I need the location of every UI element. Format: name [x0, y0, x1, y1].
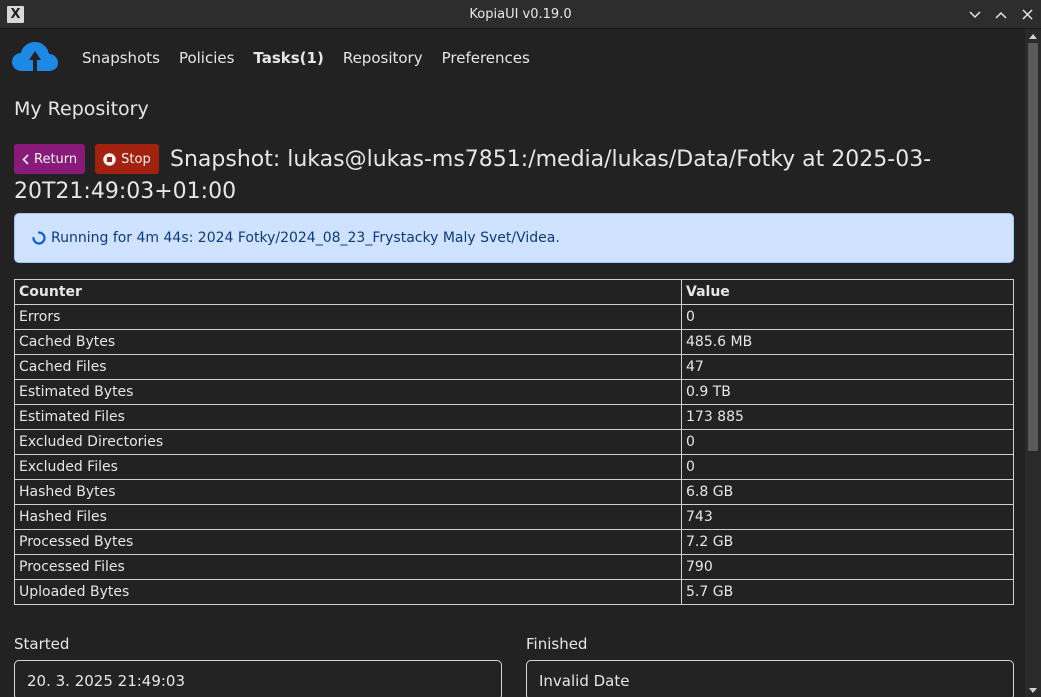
return-label: Return [34, 151, 78, 167]
counter-value: 173 885 [681, 404, 1014, 430]
nav-tasks[interactable]: Tasks(1) [253, 49, 323, 67]
scroll-up-button[interactable] [1025, 29, 1041, 43]
title-bar: X KopiaUI v0.19.0 [0, 0, 1041, 29]
snapshot-title-line2: 20T21:49:03+01:00 [14, 179, 237, 204]
status-text: Running for 4m 44s: 2024 Fotky/2024_08_2… [51, 230, 560, 246]
column-header-counter: Counter [14, 279, 682, 305]
maximize-button[interactable] [993, 7, 1009, 23]
counter-name: Hashed Bytes [14, 479, 682, 505]
counter-value: 485.6 MB [681, 329, 1014, 355]
chevron-left-icon [22, 153, 29, 165]
scroll-down-button[interactable] [1025, 683, 1041, 697]
started-field[interactable]: 20. 3. 2025 21:49:03 [14, 660, 502, 697]
table-row: Estimated Files 173 885 [14, 404, 1014, 430]
return-button[interactable]: Return [14, 144, 86, 174]
table-row: Cached Bytes 485.6 MB [14, 329, 1014, 355]
table-row: Excluded Files 0 [14, 454, 1014, 480]
counter-name: Cached Bytes [14, 329, 682, 355]
counter-value: 0 [681, 454, 1014, 480]
table-row: Hashed Bytes 6.8 GB [14, 479, 1014, 505]
stop-button[interactable]: Stop [95, 144, 159, 174]
counter-value: 6.8 GB [681, 479, 1014, 505]
nav-policies[interactable]: Policies [179, 49, 234, 67]
main-content: Snapshots Policies Tasks(1) Repository P… [0, 29, 1025, 697]
counter-name: Errors [14, 304, 682, 330]
counter-value: 47 [681, 354, 1014, 380]
table-row: Excluded Directories 0 [14, 429, 1014, 455]
column-header-value: Value [681, 279, 1014, 305]
counter-name: Cached Files [14, 354, 682, 380]
minimize-button[interactable] [967, 7, 983, 23]
snapshot-title-line1: Snapshot: lukas@lukas-ms7851:/media/luka… [170, 147, 932, 172]
counter-name: Processed Files [14, 554, 682, 580]
counter-value: 0.9 TB [681, 379, 1014, 405]
close-button[interactable] [1019, 7, 1035, 23]
chevron-down-icon [969, 10, 981, 18]
window-title: KopiaUI v0.19.0 [469, 7, 572, 22]
counter-value: 0 [681, 429, 1014, 455]
table-row: Hashed Files 743 [14, 504, 1014, 530]
counter-name: Excluded Files [14, 454, 682, 480]
counter-value: 790 [681, 554, 1014, 580]
counter-name: Excluded Directories [14, 429, 682, 455]
table-row: Errors 0 [14, 304, 1014, 330]
snapshot-title: Snapshot: lukas@lukas-ms7851:/media/luka… [170, 144, 950, 176]
finished-field[interactable]: Invalid Date [526, 660, 1014, 697]
cloud-upload-icon[interactable] [12, 41, 58, 75]
stop-circle-icon [103, 152, 116, 166]
counter-name: Estimated Bytes [14, 379, 682, 405]
counter-value: 7.2 GB [681, 529, 1014, 555]
arrow-up-icon [1029, 33, 1037, 39]
counter-value: 5.7 GB [681, 579, 1014, 605]
table-row: Processed Bytes 7.2 GB [14, 529, 1014, 555]
counter-name: Estimated Files [14, 404, 682, 430]
task-header: Return Stop Snapshot: lukas@lukas-ms7851… [14, 144, 1014, 204]
spinner-icon [32, 231, 46, 245]
stop-label: Stop [121, 151, 151, 167]
table-row: Uploaded Bytes 5.7 GB [14, 579, 1014, 605]
table-row: Processed Files 790 [14, 554, 1014, 580]
navbar: Snapshots Policies Tasks(1) Repository P… [12, 41, 549, 75]
page-title: My Repository [14, 98, 149, 120]
nav-preferences[interactable]: Preferences [442, 49, 530, 67]
nav-snapshots[interactable]: Snapshots [82, 49, 160, 67]
table-header-row: Counter Value [14, 279, 1014, 305]
started-label: Started [14, 635, 70, 653]
table-row: Cached Files 47 [14, 354, 1014, 380]
kopia-window: X KopiaUI v0.19.0 Snapshots Policies Tas… [0, 0, 1041, 697]
arrow-down-icon [1029, 687, 1037, 693]
counter-value: 743 [681, 504, 1014, 530]
counter-name: Uploaded Bytes [14, 579, 682, 605]
counter-value: 0 [681, 304, 1014, 330]
finished-label: Finished [526, 635, 588, 653]
counter-name: Processed Bytes [14, 529, 682, 555]
window-controls [967, 0, 1035, 29]
status-alert: Running for 4m 44s: 2024 Fotky/2024_08_2… [14, 213, 1014, 263]
vertical-scrollbar[interactable] [1025, 29, 1041, 697]
nav-repository[interactable]: Repository [343, 49, 423, 67]
close-icon [1021, 9, 1033, 20]
counters-table: Counter Value Errors 0 Cached Bytes 485.6 … [14, 279, 1014, 605]
chevron-up-icon [995, 11, 1007, 19]
table-row: Estimated Bytes 0.9 TB [14, 379, 1014, 405]
scroll-thumb[interactable] [1028, 43, 1038, 451]
counter-name: Hashed Files [14, 504, 682, 530]
